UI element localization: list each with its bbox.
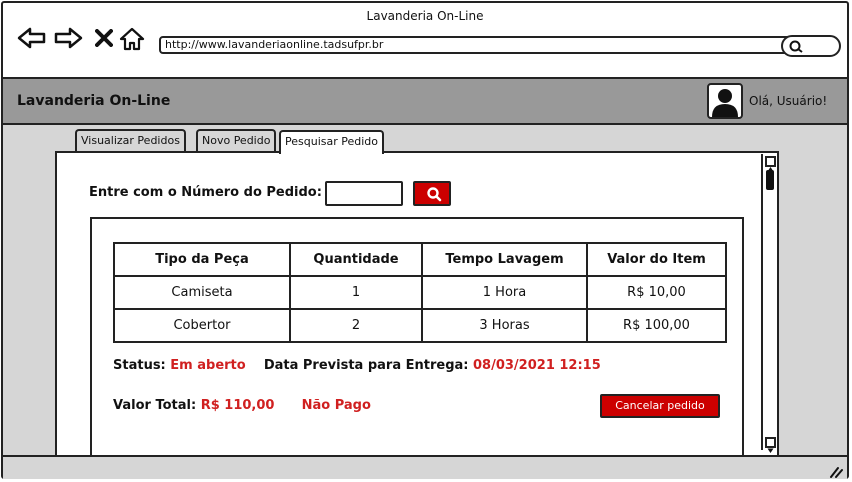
- table-cell: 2: [289, 308, 423, 343]
- table-cell: 1: [289, 275, 423, 310]
- total-label: Valor Total:: [113, 398, 197, 413]
- scroll-thumb[interactable]: [766, 170, 774, 190]
- browser-search-box[interactable]: [781, 35, 841, 57]
- status-value: Em aberto: [170, 358, 246, 373]
- tab-visualizar-pedidos[interactable]: Visualizar Pedidos: [75, 129, 186, 151]
- table-cell: 1 Hora: [421, 275, 588, 310]
- close-icon[interactable]: [95, 29, 113, 51]
- tab-pesquisar-pedido[interactable]: Pesquisar Pedido: [279, 130, 385, 154]
- order-total-line: Valor Total: R$ 110,00 Não Pago: [113, 398, 371, 413]
- home-icon[interactable]: [119, 27, 145, 55]
- search-icon: [789, 40, 803, 53]
- scroll-down-arrow-icon[interactable]: [765, 437, 776, 453]
- order-status-line: Status: Em aberto Data Prevista para Ent…: [113, 358, 601, 373]
- app-header: Lavanderia On-Line Olá, Usuário!: [3, 77, 847, 125]
- user-avatar-icon[interactable]: [707, 83, 743, 119]
- browser-status-bar: [3, 455, 847, 479]
- forward-arrow-icon[interactable]: [53, 27, 83, 53]
- tab-novo-pedido[interactable]: Novo Pedido: [196, 129, 277, 151]
- scrollbar[interactable]: [761, 154, 777, 453]
- table-cell: R$ 100,00: [586, 308, 727, 343]
- status-label: Status:: [113, 358, 166, 373]
- cancel-order-button[interactable]: Cancelar pedido: [600, 394, 720, 418]
- user-greeting: Olá, Usuário!: [749, 94, 828, 108]
- payment-status: Não Pago: [301, 398, 371, 413]
- delivery-date-value: 08/03/2021 12:15: [473, 358, 601, 373]
- table-cell: Camiseta: [113, 275, 291, 310]
- order-number-input[interactable]: [325, 181, 403, 206]
- window-title: Lavanderia On-Line: [366, 9, 484, 23]
- app-title: Lavanderia On-Line: [17, 93, 171, 109]
- delivery-label: Data Prevista para Entrega:: [263, 358, 469, 373]
- table-cell: Cobertor: [113, 308, 291, 343]
- table-cell: 3 Horas: [421, 308, 588, 343]
- resize-grip-icon[interactable]: [829, 463, 843, 482]
- search-order-button[interactable]: [413, 181, 451, 206]
- column-header-valor: Valor do Item: [586, 242, 727, 277]
- table-header-row: Tipo da Peça Quantidade Tempo Lavagem Va…: [113, 242, 727, 277]
- back-arrow-icon[interactable]: [17, 27, 47, 53]
- column-header-tempo: Tempo Lavagem: [421, 242, 588, 277]
- browser-window: Lavanderia On-Line http://www.lavanderia…: [1, 1, 849, 479]
- column-header-tipo: Tipo da Peça: [113, 242, 291, 277]
- column-header-quantidade: Quantidade: [289, 242, 423, 277]
- url-bar[interactable]: http://www.lavanderiaonline.tadsufpr.br: [159, 36, 793, 54]
- order-number-label: Entre com o Número do Pedido:: [89, 185, 322, 200]
- total-value: R$ 110,00: [200, 398, 275, 413]
- table-row: Cobertor 2 3 Horas R$ 100,00: [113, 308, 727, 343]
- scroll-up-arrow-icon[interactable]: [765, 156, 776, 172]
- order-items-table: Tipo da Peça Quantidade Tempo Lavagem Va…: [113, 242, 727, 343]
- search-icon: [427, 187, 442, 202]
- table-row: Camiseta 1 1 Hora R$ 10,00: [113, 275, 727, 310]
- table-cell: R$ 10,00: [586, 275, 727, 310]
